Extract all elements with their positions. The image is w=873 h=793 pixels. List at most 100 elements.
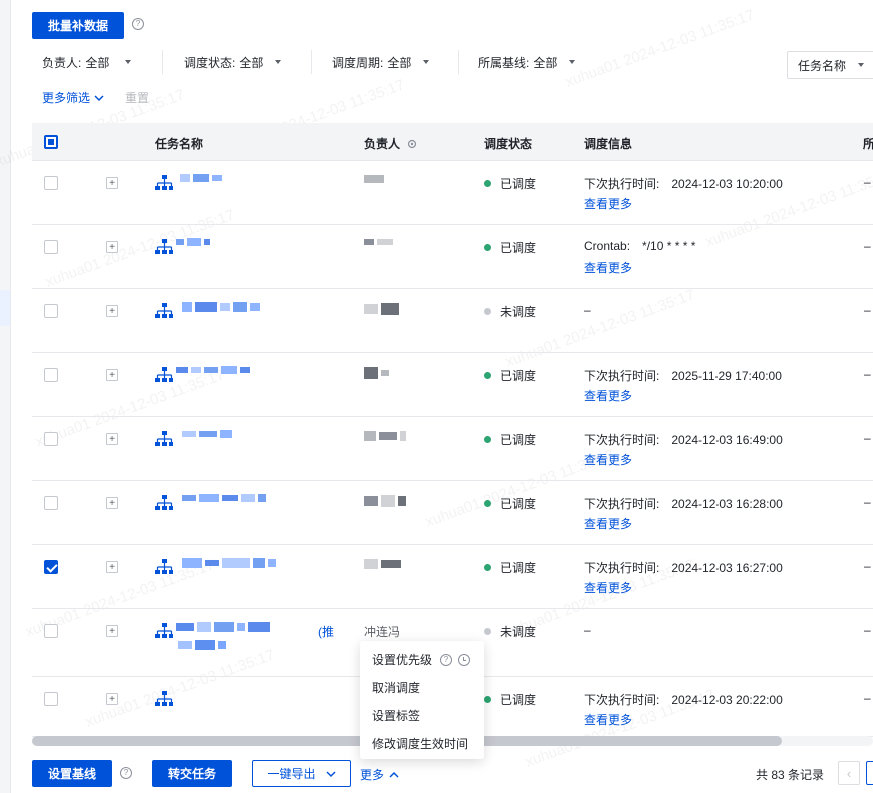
row-checkbox[interactable]: [44, 240, 58, 254]
menu-item-set-tag[interactable]: 设置标签: [372, 707, 420, 724]
expand-row-icon[interactable]: +: [106, 497, 118, 509]
row-checkbox[interactable]: [44, 304, 58, 318]
reset-link[interactable]: 重置: [125, 89, 149, 106]
transfer-task-button[interactable]: 转交任务: [152, 760, 232, 787]
schedule-status-label: 已调度: [500, 369, 537, 383]
page-button[interactable]: [866, 761, 873, 785]
schedule-status: 已调度: [484, 691, 536, 708]
task-name-link[interactable]: [182, 430, 232, 438]
view-more-link[interactable]: 查看更多: [584, 515, 632, 532]
status-dot-icon: [484, 372, 491, 379]
schedule-status: 已调度: [484, 239, 536, 256]
more-filters-link[interactable]: 更多筛选: [42, 89, 104, 106]
caret-down-icon: [423, 60, 430, 64]
expand-row-icon[interactable]: +: [106, 305, 118, 317]
status-dot-icon: [484, 436, 491, 443]
expand-row-icon[interactable]: +: [106, 693, 118, 705]
task-name-link[interactable]: [176, 238, 210, 246]
task-name-link[interactable]: [182, 302, 260, 312]
export-button[interactable]: 一键导出: [252, 760, 351, 787]
search-type-select[interactable]: 任务名称: [787, 51, 873, 79]
menu-item-modify-effective-time[interactable]: 修改调度生效时间: [372, 735, 468, 752]
search-type-value: 任务名称: [798, 58, 847, 73]
filter-owner-label: 负责人:: [42, 55, 82, 70]
schedule-info-label: 下次执行时间:: [584, 177, 660, 191]
view-more-link[interactable]: 查看更多: [584, 387, 632, 404]
help-icon[interactable]: ?: [120, 767, 132, 779]
filter-schedule-status[interactable]: 调度状态: 全部: [184, 53, 282, 71]
column-owner: 负责人: [364, 135, 418, 152]
filter-owner[interactable]: 负责人: 全部: [42, 53, 132, 71]
baseline-cell: –: [864, 367, 871, 381]
menu-item-cancel-schedule[interactable]: 取消调度: [372, 679, 420, 696]
view-more-link[interactable]: 查看更多: [584, 451, 632, 468]
schedule-status: 已调度: [484, 431, 536, 448]
schedule-info-value: 2024-12-03 16:49:00: [671, 433, 783, 447]
row-checkbox[interactable]: [44, 692, 58, 706]
schedule-info-value: 2024-12-03 20:22:00: [671, 693, 783, 707]
schedule-info: 下次执行时间: 2024-12-03 16:28:00: [584, 495, 783, 512]
expand-row-icon[interactable]: +: [106, 177, 118, 189]
schedule-status: 未调度: [484, 623, 536, 640]
schedule-info-label: –: [584, 303, 591, 317]
task-name-link[interactable]: [182, 558, 276, 568]
row-checkbox[interactable]: [44, 624, 58, 638]
column-task-name: 任务名称: [155, 137, 204, 151]
status-dot-icon: [484, 244, 491, 251]
schedule-info: 下次执行时间: 2024-12-03 10:20:00: [584, 175, 783, 192]
schedule-status-label: 已调度: [500, 241, 537, 255]
schedule-info: –: [584, 623, 603, 637]
schedule-status: 已调度: [484, 495, 536, 512]
batch-backfill-button[interactable]: 批量补数据: [32, 12, 124, 39]
expand-row-icon[interactable]: +: [106, 241, 118, 253]
task-name-link-line2[interactable]: [178, 640, 226, 650]
filter-schedule-cycle[interactable]: 调度周期: 全部: [332, 53, 430, 71]
schedule-info: –: [584, 303, 603, 317]
gear-icon[interactable]: [406, 138, 418, 150]
help-icon[interactable]: ?: [440, 653, 453, 666]
schedule-info-label: 下次执行时间:: [584, 693, 660, 707]
chevron-down-icon: [325, 770, 336, 777]
task-name-link[interactable]: [176, 622, 270, 632]
task-name-suffix[interactable]: (推: [318, 623, 334, 640]
filter-status-value: 全部: [239, 55, 264, 70]
more-actions-toggle[interactable]: 更多: [360, 766, 399, 783]
owner-name: [364, 559, 401, 569]
expand-row-icon[interactable]: +: [106, 561, 118, 573]
set-baseline-button[interactable]: 设置基线: [32, 760, 112, 787]
caret-down-icon: [858, 63, 865, 67]
schedule-status: 已调度: [484, 175, 536, 192]
filter-baseline-label: 所属基线:: [478, 55, 530, 70]
filter-baseline[interactable]: 所属基线: 全部: [478, 53, 576, 71]
row-checkbox[interactable]: [44, 496, 58, 510]
schedule-info-value: 2024-12-03 16:27:00: [671, 561, 783, 575]
row-checkbox[interactable]: [44, 176, 58, 190]
schedule-status-label: 未调度: [500, 305, 537, 319]
view-more-link[interactable]: 查看更多: [584, 259, 632, 276]
row-checkbox[interactable]: [44, 560, 58, 574]
view-more-link[interactable]: 查看更多: [584, 195, 632, 212]
owner-name: [364, 175, 384, 183]
divider: [458, 50, 459, 74]
column-baseline: 所: [863, 137, 873, 151]
expand-row-icon[interactable]: +: [106, 433, 118, 445]
filter-status-label: 调度状态:: [184, 55, 236, 70]
task-name-link[interactable]: [180, 174, 222, 182]
divider: [162, 50, 163, 74]
view-more-link[interactable]: 查看更多: [584, 579, 632, 596]
row-checkbox[interactable]: [44, 432, 58, 446]
select-all-checkbox[interactable]: [44, 135, 58, 149]
view-more-link[interactable]: 查看更多: [584, 711, 632, 728]
row-checkbox[interactable]: [44, 368, 58, 382]
schedule-info-value: */10 * * * *: [642, 239, 696, 253]
task-name-link[interactable]: [176, 366, 250, 374]
help-icon[interactable]: ?: [132, 18, 144, 30]
menu-item-set-priority[interactable]: 设置优先级 ?: [372, 651, 471, 668]
expand-row-icon[interactable]: +: [106, 625, 118, 637]
baseline-cell: –: [864, 623, 871, 637]
expand-row-icon[interactable]: +: [106, 369, 118, 381]
prev-page-button[interactable]: ‹: [838, 761, 860, 785]
task-name-link[interactable]: [182, 494, 266, 502]
owner-name: [364, 431, 406, 441]
schedule-info-label: –: [584, 623, 591, 637]
